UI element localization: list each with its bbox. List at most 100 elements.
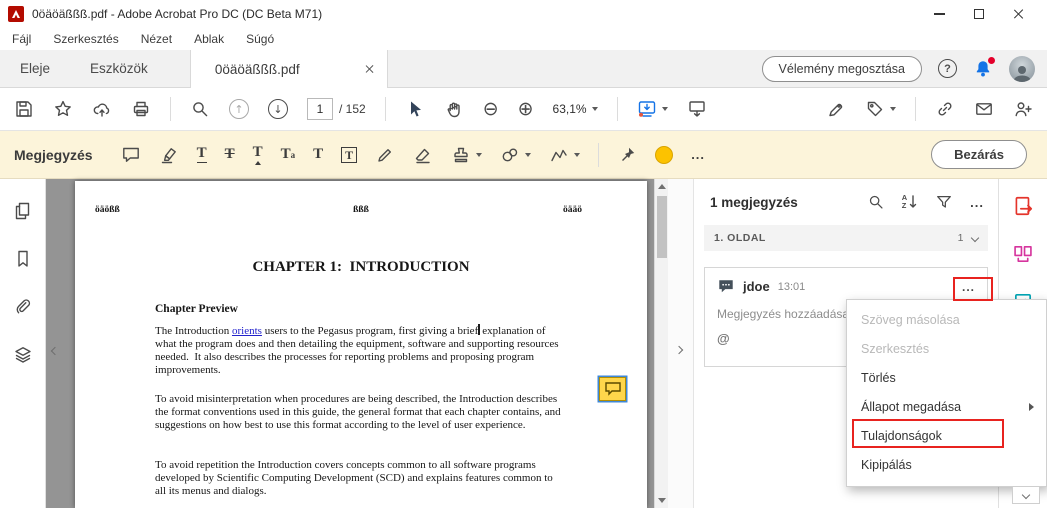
bookmarks-button[interactable] xyxy=(13,249,33,269)
avatar[interactable] xyxy=(1009,56,1035,82)
fill-sign-button[interactable] xyxy=(826,99,846,119)
notifications-button[interactable] xyxy=(973,59,993,79)
hand-icon xyxy=(444,99,464,119)
draw-tool-button[interactable] xyxy=(375,145,395,165)
hand-tool-button[interactable] xyxy=(444,99,464,119)
rail-scroll-down-button[interactable] xyxy=(1012,486,1040,504)
page-display-button[interactable] xyxy=(637,99,668,119)
sticky-note-tool-button[interactable] xyxy=(121,145,141,165)
minimize-button[interactable] xyxy=(919,1,959,27)
page-section-bar[interactable]: 1. OLDAL 1 xyxy=(704,225,988,251)
scrollbar-thumb[interactable] xyxy=(657,196,667,258)
link-icon xyxy=(935,99,955,119)
strikethrough-text-icon: T xyxy=(225,147,235,162)
tab-home[interactable]: Eleje xyxy=(0,50,70,88)
document-canvas[interactable]: öäößß ßßß öääö CHAPTER 1: INTRODUCTION C… xyxy=(46,179,654,508)
previous-page-button[interactable]: ↑ xyxy=(229,99,249,119)
search-comments-button[interactable] xyxy=(867,193,885,211)
underline-text-tool-button[interactable]: T xyxy=(197,146,207,163)
share-file-button[interactable] xyxy=(92,99,112,119)
pointer-icon xyxy=(405,99,425,119)
paragraph-text: users to the Pegasus program, first givi… xyxy=(262,325,478,337)
page-header-center: ßßß xyxy=(353,205,369,215)
toolbar-separator xyxy=(385,97,386,121)
chapter-title: CHAPTER 1: INTRODUCTION xyxy=(75,259,647,276)
tab-document[interactable]: 0öäöäßßß.pdf xyxy=(190,50,388,88)
document-scrollbar[interactable] xyxy=(654,179,668,508)
color-swatch-button[interactable] xyxy=(655,146,673,164)
comment-toolbar-more-button[interactable]: ... xyxy=(691,147,705,162)
help-button[interactable]: ? xyxy=(938,59,957,78)
triangle-up-icon xyxy=(658,184,666,189)
strikethrough-text-tool-button[interactable]: T xyxy=(225,147,235,162)
eraser-icon xyxy=(413,145,433,165)
sticky-note-icon xyxy=(604,381,622,397)
menu-window[interactable]: Ablak xyxy=(194,32,224,46)
maximize-button[interactable] xyxy=(959,1,999,27)
save-button[interactable] xyxy=(14,99,34,119)
shapes-ellipse-tool-button[interactable] xyxy=(500,145,531,165)
next-page-button[interactable]: ↓ xyxy=(268,99,288,119)
scroll-up-button[interactable] xyxy=(655,179,669,194)
close-button[interactable] xyxy=(999,1,1039,27)
zoom-out-button[interactable]: ⊖ xyxy=(483,100,499,119)
connected-lines-tool-button[interactable] xyxy=(549,145,580,165)
erase-tool-button[interactable] xyxy=(413,145,433,165)
section-heading: Chapter Preview xyxy=(155,303,238,315)
collapse-right-panel-button[interactable] xyxy=(675,346,683,354)
submenu-arrow-icon xyxy=(1029,403,1034,411)
menu-edit[interactable]: Szerkesztés xyxy=(53,32,118,46)
menu-view[interactable]: Nézet xyxy=(141,32,172,46)
menu-item-delete[interactable]: Törlés xyxy=(847,364,1046,393)
menu-help[interactable]: Súgó xyxy=(246,32,274,46)
link-tool-button[interactable] xyxy=(935,99,955,119)
tag-tool-button[interactable] xyxy=(865,99,896,119)
zoom-in-button[interactable]: ⊕ xyxy=(518,100,534,119)
magnifier-icon xyxy=(190,99,210,119)
add-user-button[interactable] xyxy=(1013,99,1033,119)
replace-text-tool-button[interactable]: Ta xyxy=(281,146,296,163)
page-thumbnails-button[interactable] xyxy=(13,201,33,221)
share-feedback-button[interactable]: Vélemény megosztása xyxy=(762,56,922,82)
orients-link[interactable]: orients xyxy=(232,325,262,337)
menu-item-copy-text: Szöveg másolása xyxy=(847,306,1046,335)
attachments-button[interactable] xyxy=(13,297,33,317)
menu-file[interactable]: Fájl xyxy=(12,32,31,46)
select-tool-button[interactable] xyxy=(405,99,425,119)
text-box-tool-button[interactable]: T xyxy=(341,147,357,163)
zoom-level-select[interactable]: 63,1% xyxy=(553,102,598,116)
highlighter-icon xyxy=(159,145,179,165)
printer-icon xyxy=(131,99,151,119)
tab-close-icon[interactable] xyxy=(365,64,375,74)
dropdown-caret-icon xyxy=(574,153,580,157)
sort-comments-button[interactable]: AZ xyxy=(902,194,918,211)
favorites-button[interactable] xyxy=(53,99,73,119)
menu-item-label: Törlés xyxy=(861,371,896,385)
comments-panel-more-button[interactable]: ... xyxy=(970,195,984,210)
page-number-input[interactable]: 1 xyxy=(307,98,333,120)
add-text-comment-tool-button[interactable]: T xyxy=(313,147,323,162)
organize-pages-button[interactable] xyxy=(1012,243,1034,265)
circles-icon xyxy=(500,145,520,165)
menu-item-checkmark[interactable]: Kipipálás xyxy=(847,451,1046,480)
email-button[interactable] xyxy=(974,99,994,119)
presentation-mode-button[interactable] xyxy=(687,99,707,119)
highlight-tool-button[interactable] xyxy=(159,145,179,165)
search-button[interactable] xyxy=(190,99,210,119)
insert-text-tool-button[interactable]: T xyxy=(253,145,263,165)
export-pdf-button[interactable] xyxy=(1012,195,1034,217)
paperclip-icon xyxy=(13,297,33,317)
plus-circle-icon: ⊕ xyxy=(518,100,534,119)
layers-button[interactable] xyxy=(13,345,33,365)
print-button[interactable] xyxy=(131,99,151,119)
close-comment-mode-button[interactable]: Bezárás xyxy=(931,140,1027,169)
scroll-down-button[interactable] xyxy=(655,493,669,508)
stamp-tool-button[interactable] xyxy=(451,145,482,165)
menu-item-set-status[interactable]: Állapot megadása xyxy=(847,393,1046,422)
sticky-note-annotation[interactable] xyxy=(599,377,626,401)
keep-tool-selected-button[interactable] xyxy=(617,145,637,165)
collapse-left-panel-button[interactable] xyxy=(52,343,58,357)
tab-tools[interactable]: Eszközök xyxy=(70,50,168,88)
filter-comments-button[interactable] xyxy=(935,193,953,211)
pushpin-icon xyxy=(617,145,637,165)
